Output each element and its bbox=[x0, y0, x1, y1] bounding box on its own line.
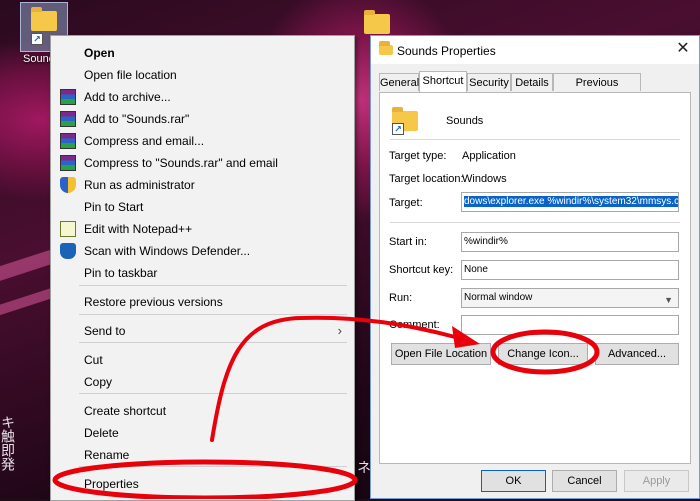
menu-item-pin-to-start[interactable]: Pin to Start bbox=[51, 196, 352, 218]
start-in-label: Start in: bbox=[389, 236, 427, 248]
target-type-value: Application bbox=[462, 150, 516, 162]
menu-item-label: Add to archive... bbox=[84, 90, 171, 104]
folder-icon bbox=[364, 10, 390, 34]
folder-icon bbox=[379, 41, 393, 55]
menu-item-add-to-sounds-rar[interactable]: Add to "Sounds.rar" bbox=[51, 108, 352, 130]
comment-field[interactable] bbox=[461, 315, 679, 335]
menu-item-label: Delete bbox=[84, 426, 119, 440]
menu-item-label: Send to bbox=[84, 324, 126, 338]
shortcut-tab-panel: ↗ Sounds Target type: Application Target… bbox=[379, 92, 691, 464]
start-in-field[interactable]: %windir% bbox=[461, 232, 679, 252]
winrar-icon bbox=[60, 155, 76, 171]
apply-button[interactable]: Apply bbox=[624, 470, 689, 492]
menu-item-label: Pin to taskbar bbox=[84, 266, 158, 280]
menu-item-label: Cut bbox=[84, 353, 103, 367]
tab-details[interactable]: Details bbox=[511, 73, 553, 91]
tab-previous-versions[interactable]: Previous Versions bbox=[553, 73, 641, 107]
menu-item-label: Restore previous versions bbox=[84, 295, 223, 309]
menu-item-add-to-archive[interactable]: Add to archive... bbox=[51, 86, 352, 108]
wallpaper-text-left: キ触即発 bbox=[0, 415, 16, 471]
winrar-icon bbox=[60, 89, 76, 105]
target-label: Target: bbox=[389, 197, 423, 209]
menu-item-open-file-location[interactable]: Open file location bbox=[51, 64, 352, 86]
uac-shield-icon bbox=[60, 177, 76, 193]
open-file-location-button[interactable]: Open File Location bbox=[391, 343, 491, 365]
menu-separator bbox=[79, 466, 347, 467]
menu-item-label: Add to "Sounds.rar" bbox=[84, 112, 190, 126]
comment-label: Comment: bbox=[389, 319, 440, 331]
menu-item-send-to[interactable]: Send to › bbox=[51, 320, 352, 342]
menu-item-label: Edit with Notepad++ bbox=[84, 222, 193, 236]
menu-item-label: Open file location bbox=[84, 68, 177, 82]
menu-item-create-shortcut[interactable]: Create shortcut bbox=[51, 400, 352, 422]
target-field[interactable]: dows\explorer.exe %windir%\system32\mmsy… bbox=[461, 192, 679, 212]
cancel-button[interactable]: Cancel bbox=[552, 470, 617, 492]
menu-separator bbox=[79, 314, 347, 315]
notepad-plus-plus-icon bbox=[60, 221, 76, 237]
ok-button[interactable]: OK bbox=[481, 470, 546, 492]
menu-item-label: Compress and email... bbox=[84, 134, 205, 148]
target-type-label: Target type: bbox=[389, 150, 447, 162]
menu-separator bbox=[79, 285, 347, 286]
tab-general[interactable]: General bbox=[379, 73, 419, 91]
target-value: dows\explorer.exe %windir%\system32\mmsy… bbox=[464, 196, 678, 207]
properties-window: Sounds Properties ✕ General Shortcut Sec… bbox=[370, 35, 700, 499]
menu-item-label: Compress to "Sounds.rar" and email bbox=[84, 156, 278, 170]
menu-item-open[interactable]: Open bbox=[51, 42, 352, 64]
run-dropdown[interactable]: Normal window ▼ bbox=[461, 288, 679, 308]
menu-item-label: Create shortcut bbox=[84, 404, 167, 418]
menu-item-label: Pin to Start bbox=[84, 200, 144, 214]
menu-item-delete[interactable]: Delete bbox=[51, 422, 352, 444]
tab-security[interactable]: Security bbox=[467, 73, 511, 91]
menu-separator bbox=[79, 342, 347, 343]
shortcut-key-field[interactable]: None bbox=[461, 260, 679, 280]
menu-item-scan-with-windows-defender[interactable]: Scan with Windows Defender... bbox=[51, 240, 352, 262]
folder-icon bbox=[31, 7, 57, 31]
menu-item-compress-to-sounds-rar-and-email[interactable]: Compress to "Sounds.rar" and email bbox=[51, 152, 352, 174]
menu-item-label: Copy bbox=[84, 375, 113, 389]
target-location-label: Target location: bbox=[389, 173, 464, 185]
winrar-icon bbox=[60, 111, 76, 127]
menu-item-run-as-administrator[interactable]: Run as administrator bbox=[51, 174, 352, 196]
menu-item-label: Rename bbox=[84, 448, 130, 462]
close-button[interactable]: ✕ bbox=[671, 38, 695, 60]
menu-separator bbox=[79, 393, 347, 394]
menu-item-properties[interactable]: Properties bbox=[51, 473, 352, 495]
run-label: Run: bbox=[389, 292, 413, 304]
chevron-down-icon: ▼ bbox=[664, 295, 673, 305]
target-location-value: Windows bbox=[462, 173, 507, 185]
menu-item-label: Scan with Windows Defender... bbox=[84, 244, 251, 258]
change-icon-button[interactable]: Change Icon... bbox=[498, 343, 588, 365]
menu-item-label: Run as administrator bbox=[84, 178, 195, 192]
window-title: Sounds Properties bbox=[397, 44, 496, 58]
shortcut-name: Sounds bbox=[446, 115, 484, 127]
menu-item-edit-with-notepad[interactable]: Edit with Notepad++ bbox=[51, 218, 352, 240]
menu-item-pin-to-taskbar[interactable]: Pin to taskbar bbox=[51, 262, 352, 284]
advanced-button[interactable]: Advanced... bbox=[595, 343, 679, 365]
menu-item-label: Open bbox=[84, 46, 115, 60]
run-value: Normal window bbox=[464, 292, 533, 303]
menu-item-label: Properties bbox=[84, 477, 139, 491]
winrar-icon bbox=[60, 133, 76, 149]
menu-item-copy[interactable]: Copy bbox=[51, 371, 352, 393]
chevron-right-icon: › bbox=[337, 323, 342, 338]
context-menu: Open Open file location Add to archive... A… bbox=[50, 35, 355, 501]
windows-defender-icon bbox=[60, 243, 76, 259]
menu-item-rename[interactable]: Rename bbox=[51, 444, 352, 466]
menu-item-compress-and-email[interactable]: Compress and email... bbox=[51, 130, 352, 152]
tab-shortcut[interactable]: Shortcut bbox=[419, 71, 467, 92]
menu-item-restore-previous-versions[interactable]: Restore previous versions bbox=[51, 291, 352, 313]
shortcut-folder-icon: ↗ bbox=[392, 107, 418, 135]
menu-item-cut[interactable]: Cut bbox=[51, 349, 352, 371]
shortcut-key-label: Shortcut key: bbox=[389, 264, 454, 276]
title-bar[interactable]: Sounds Properties ✕ bbox=[371, 36, 699, 64]
shortcut-arrow-icon: ↗ bbox=[31, 33, 43, 45]
